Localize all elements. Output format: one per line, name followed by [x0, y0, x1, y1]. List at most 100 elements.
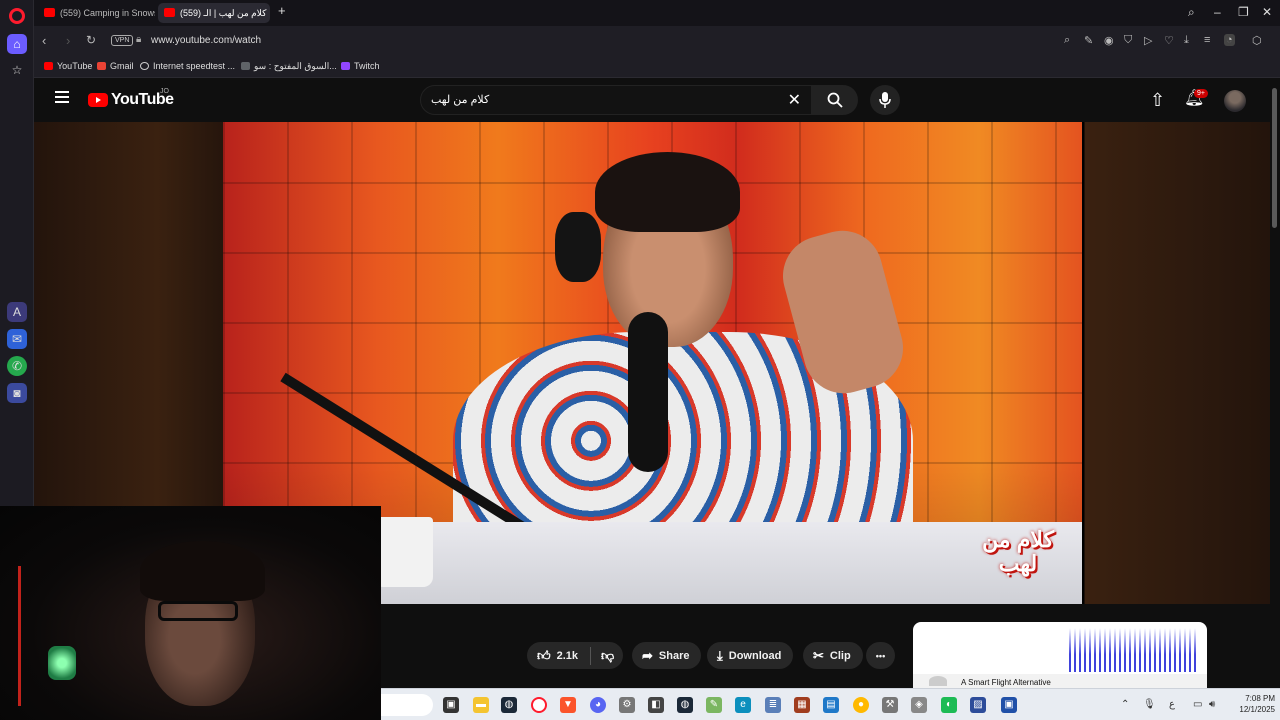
search-button[interactable]	[812, 85, 858, 115]
tab-camping[interactable]: (559) Camping in Snowst	[38, 3, 155, 23]
bookmark-speedtest[interactable]: Internet speedtest ...	[140, 61, 235, 71]
share-button[interactable]: ➦ Share	[632, 642, 702, 669]
game-icon[interactable]: ▦	[794, 697, 810, 713]
network-icon[interactable]: ▭	[1193, 699, 1202, 710]
aria-icon[interactable]: A	[7, 302, 27, 322]
zoom-icon[interactable]: ⌕	[1064, 34, 1070, 47]
lock-icon[interactable]: 🔒︎	[136, 34, 141, 45]
home-icon[interactable]: ⌂	[7, 34, 27, 54]
utility-icon[interactable]: ◈	[911, 697, 927, 713]
download-button[interactable]: ⤓ Download	[707, 642, 794, 669]
restore-icon[interactable]: ❐	[1238, 5, 1249, 19]
notepad-icon[interactable]: ✎	[706, 697, 722, 713]
edge-icon[interactable]: e	[735, 697, 751, 713]
dislike-icon[interactable]: 👎︎	[601, 648, 614, 664]
shield-icon[interactable]: ⛉	[1124, 34, 1132, 47]
ad-card[interactable]: A Smart Flight Alternative	[913, 622, 1207, 688]
task-view-icon[interactable]: ▣	[443, 697, 459, 713]
ad-title[interactable]: A Smart Flight Alternative	[961, 678, 1051, 687]
opera-taskbar-icon[interactable]	[531, 697, 547, 713]
clear-search-icon[interactable]: ✕	[788, 90, 801, 110]
messenger-icon[interactable]: ✉	[7, 329, 27, 349]
discord-taskbar-icon[interactable]: ◕	[590, 697, 606, 713]
edit-icon[interactable]: ✎	[1084, 34, 1093, 47]
camera-icon[interactable]: ◉	[1104, 34, 1114, 47]
search-input[interactable]: كلام من لهب ✕	[420, 85, 812, 115]
discord-icon[interactable]: ◙	[7, 383, 27, 403]
ad-avatar	[929, 676, 947, 686]
whatsapp-icon[interactable]: ✆	[7, 356, 27, 376]
tab-search-icon[interactable]: ⌕	[1188, 5, 1195, 20]
windows-taskbar: ▣ ▬ ◍ ▼ ◕ ⚙ ◧ ◍ ✎ e ≣ ▦ ▤ ● ⚒ ◈ ◐ ▨ ▣ ⌃ …	[381, 688, 1280, 720]
opera-logo-icon[interactable]	[9, 8, 25, 24]
forward-icon[interactable]: ›	[66, 33, 70, 48]
file-explorer-icon[interactable]: ▬	[473, 697, 489, 713]
close-window-icon[interactable]: ✕	[1262, 5, 1272, 19]
vpn-badge[interactable]: VPN	[111, 35, 134, 46]
player-icon[interactable]: ▷	[1144, 34, 1152, 47]
tray-mic-icon[interactable]: 🎙︎	[1143, 699, 1156, 710]
like-icon[interactable]: 👍︎	[537, 648, 551, 664]
clock-date: 12/1/2025	[1239, 705, 1275, 714]
bookmark-youtube[interactable]: YouTube	[44, 61, 92, 71]
tray-chevron-icon[interactable]: ⌃	[1121, 699, 1129, 710]
search-query[interactable]: كلام من لهب	[431, 93, 489, 106]
download-icon: ⤓	[717, 647, 723, 663]
cam-red-light	[18, 566, 21, 706]
youtube-icon	[44, 62, 53, 70]
bookmarks-bar: YouTube Gmail Internet speedtest ... الس…	[34, 56, 1280, 78]
search-icon	[827, 92, 843, 108]
tab-active-video[interactable]: (559) كلام من لهب | الـ	[158, 3, 270, 23]
create-upload-icon[interactable]: ⇧	[1150, 90, 1165, 111]
new-tab-button[interactable]: +	[278, 3, 286, 18]
microphone-icon	[879, 92, 891, 108]
star-icon[interactable]: ☆	[7, 60, 27, 80]
steam-icon[interactable]: ◍	[501, 697, 517, 713]
account-avatar[interactable]	[1224, 90, 1246, 112]
youtube-header: YouTube JO كلام من لهب ✕ ⇧ 🔔︎ 9+	[34, 78, 1270, 122]
app-blue-icon[interactable]: ▨	[970, 697, 986, 713]
taskbar-search[interactable]	[381, 694, 433, 716]
notification-badge: 9+	[1194, 89, 1208, 98]
chrome-icon[interactable]: ●	[853, 697, 869, 713]
steam-alt-icon[interactable]: ◍	[677, 697, 693, 713]
app-green-icon[interactable]: ◐	[941, 697, 957, 713]
bookmark-gmail[interactable]: Gmail	[97, 61, 134, 71]
like-count[interactable]: 2.1k	[557, 650, 578, 662]
menu-icon[interactable]: ≡	[1204, 34, 1210, 46]
hamburger-menu-icon[interactable]	[55, 91, 69, 103]
download-icon[interactable]: ⤓	[1184, 34, 1189, 47]
minimize-icon[interactable]: –	[1214, 5, 1221, 19]
profile-icon[interactable]: ◔	[1224, 34, 1235, 46]
bookmark-opensooq[interactable]: السوق المفتوح : سو...	[241, 61, 337, 72]
tab-strip: (559) Camping in Snowst (559) كلام من له…	[34, 0, 1280, 26]
app-icon[interactable]: ◧	[648, 697, 664, 713]
extensions-icon[interactable]: ⬡	[1252, 34, 1262, 47]
tool-icon[interactable]: ⚒	[882, 697, 898, 713]
brave-icon[interactable]: ▼	[560, 697, 576, 713]
system-clock[interactable]: 7:08 PM 12/1/2025	[1229, 693, 1275, 715]
page-scrollbar[interactable]	[1270, 78, 1280, 688]
youtube-favicon-icon	[44, 8, 55, 17]
back-icon[interactable]: ‹	[42, 33, 46, 48]
more-actions-button[interactable]: •••	[866, 642, 895, 669]
bookmark-twitch[interactable]: Twitch	[341, 61, 380, 71]
divider	[590, 646, 592, 665]
reload-icon[interactable]: ↻	[86, 33, 96, 47]
clip-button[interactable]: ✂ Clip	[803, 642, 863, 669]
heart-icon[interactable]: ♡	[1164, 34, 1174, 47]
youtube-logo-icon[interactable]	[88, 93, 108, 107]
clock-time: 7:08 PM	[1245, 694, 1275, 703]
like-dislike-group: 👍︎ 2.1k 👎︎	[527, 642, 623, 669]
speedtest-icon	[140, 62, 149, 70]
photos-icon[interactable]: ▤	[823, 697, 839, 713]
tab-label: (559) Camping in Snowst	[60, 8, 155, 18]
app-window-icon[interactable]: ▣	[1001, 697, 1017, 713]
settings-icon[interactable]: ⚙	[619, 697, 635, 713]
input-language[interactable]: ع	[1169, 699, 1175, 710]
document-icon[interactable]: ≣	[765, 697, 781, 713]
url-field[interactable]: www.youtube.com/watch	[151, 35, 261, 46]
voice-search-button[interactable]	[870, 85, 900, 115]
scroll-thumb[interactable]	[1272, 88, 1277, 228]
volume-icon[interactable]: 🔊︎	[1209, 699, 1215, 710]
